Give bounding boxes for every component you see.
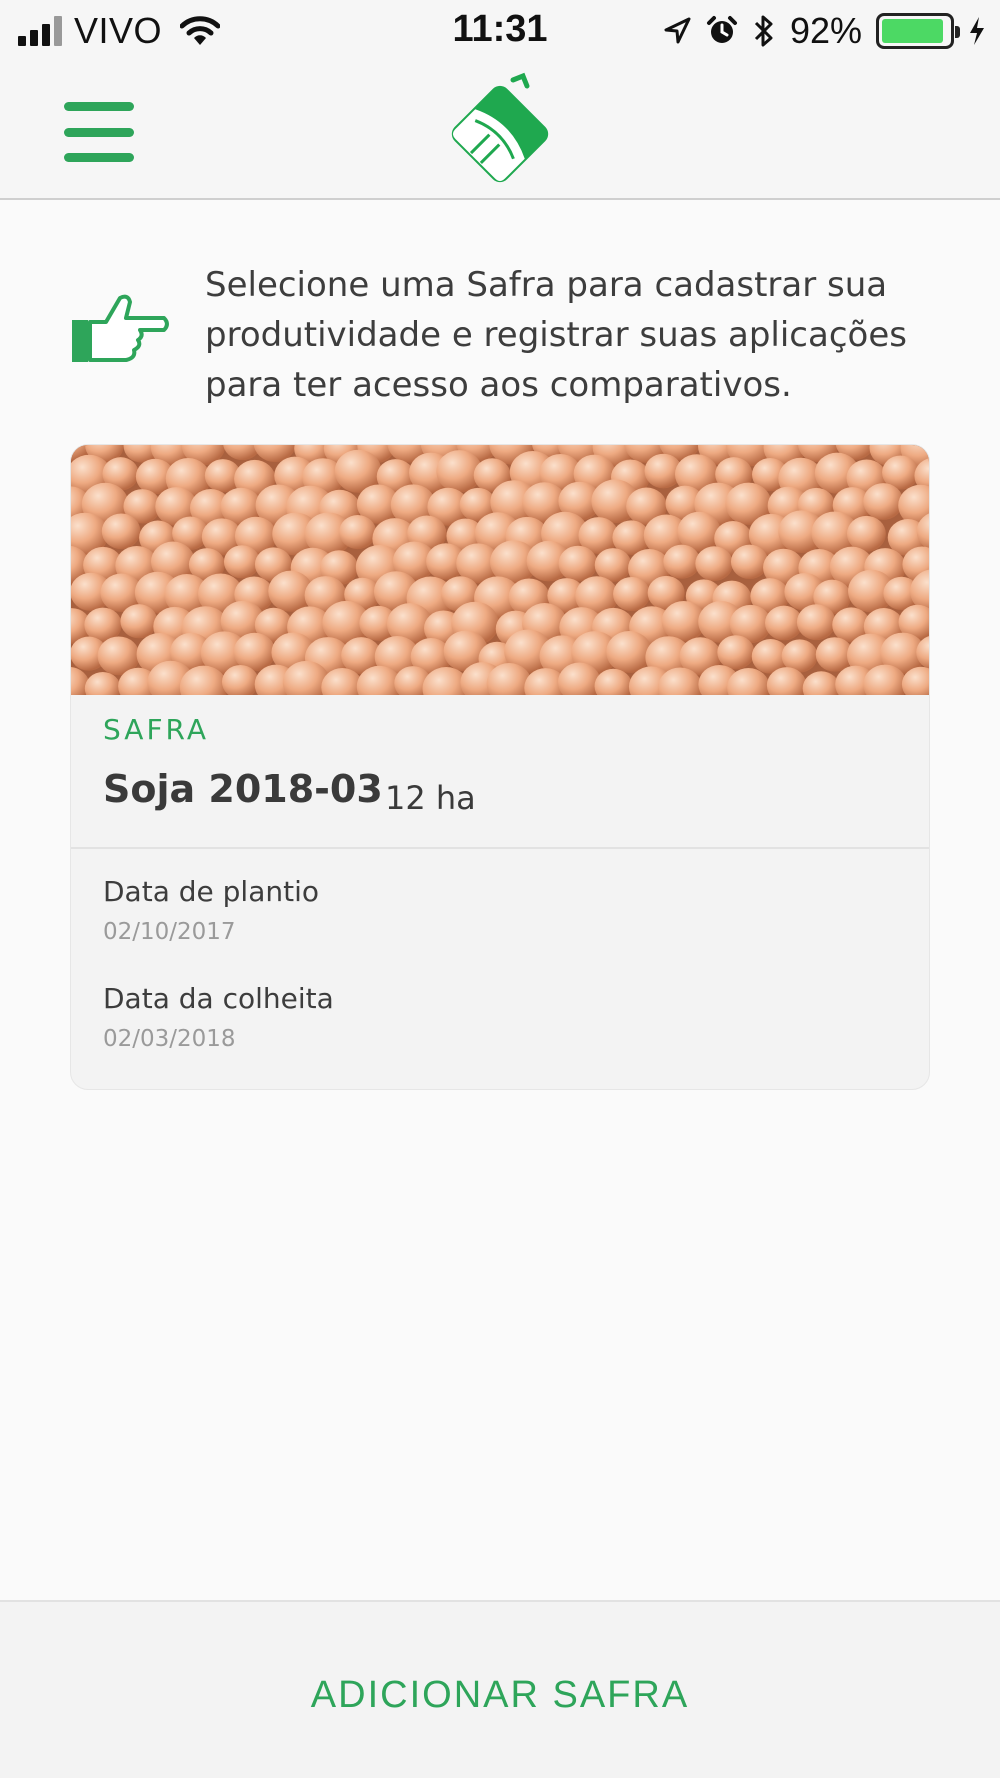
safra-card[interactable]: SAFRA Soja 2018-03 12 ha Data de plantio… xyxy=(70,444,930,1090)
status-bar: VIVO 11:31 92% xyxy=(0,0,1000,62)
app-header xyxy=(0,62,1000,200)
hint-text: Selecione uma Safra para cadastrar sua p… xyxy=(205,265,907,405)
alarm-icon xyxy=(706,16,737,43)
card-label: SAFRA xyxy=(103,713,210,746)
battery-level-fill xyxy=(882,19,943,43)
battery-icon xyxy=(876,13,960,49)
card-area: 12 ha xyxy=(385,779,476,817)
harvest-date-value: 02/03/2018 xyxy=(103,1026,236,1052)
bottom-bar: ADICIONAR SAFRA xyxy=(0,1600,1000,1778)
charging-bolt-icon xyxy=(970,17,984,45)
app-logo-icon xyxy=(451,72,549,183)
hint-section: Selecione uma Safra para cadastrar sua p… xyxy=(70,260,930,410)
bluetooth-icon xyxy=(754,15,773,47)
planting-date-label: Data de plantio xyxy=(103,875,320,908)
planting-date-value: 02/10/2017 xyxy=(103,919,236,945)
status-right: 92% xyxy=(662,10,986,52)
battery-percent: 92% xyxy=(789,10,862,51)
card-divider xyxy=(71,847,929,849)
harvest-date-label: Data da colheita xyxy=(103,982,334,1015)
card-title: Soja 2018-03 xyxy=(103,767,383,811)
hamburger-menu-icon[interactable] xyxy=(64,102,134,162)
soybeans-photo xyxy=(71,445,929,695)
pointing-hand-icon xyxy=(72,294,169,362)
add-safra-button[interactable]: ADICIONAR SAFRA xyxy=(0,1674,1000,1717)
location-arrow-icon xyxy=(664,17,691,44)
